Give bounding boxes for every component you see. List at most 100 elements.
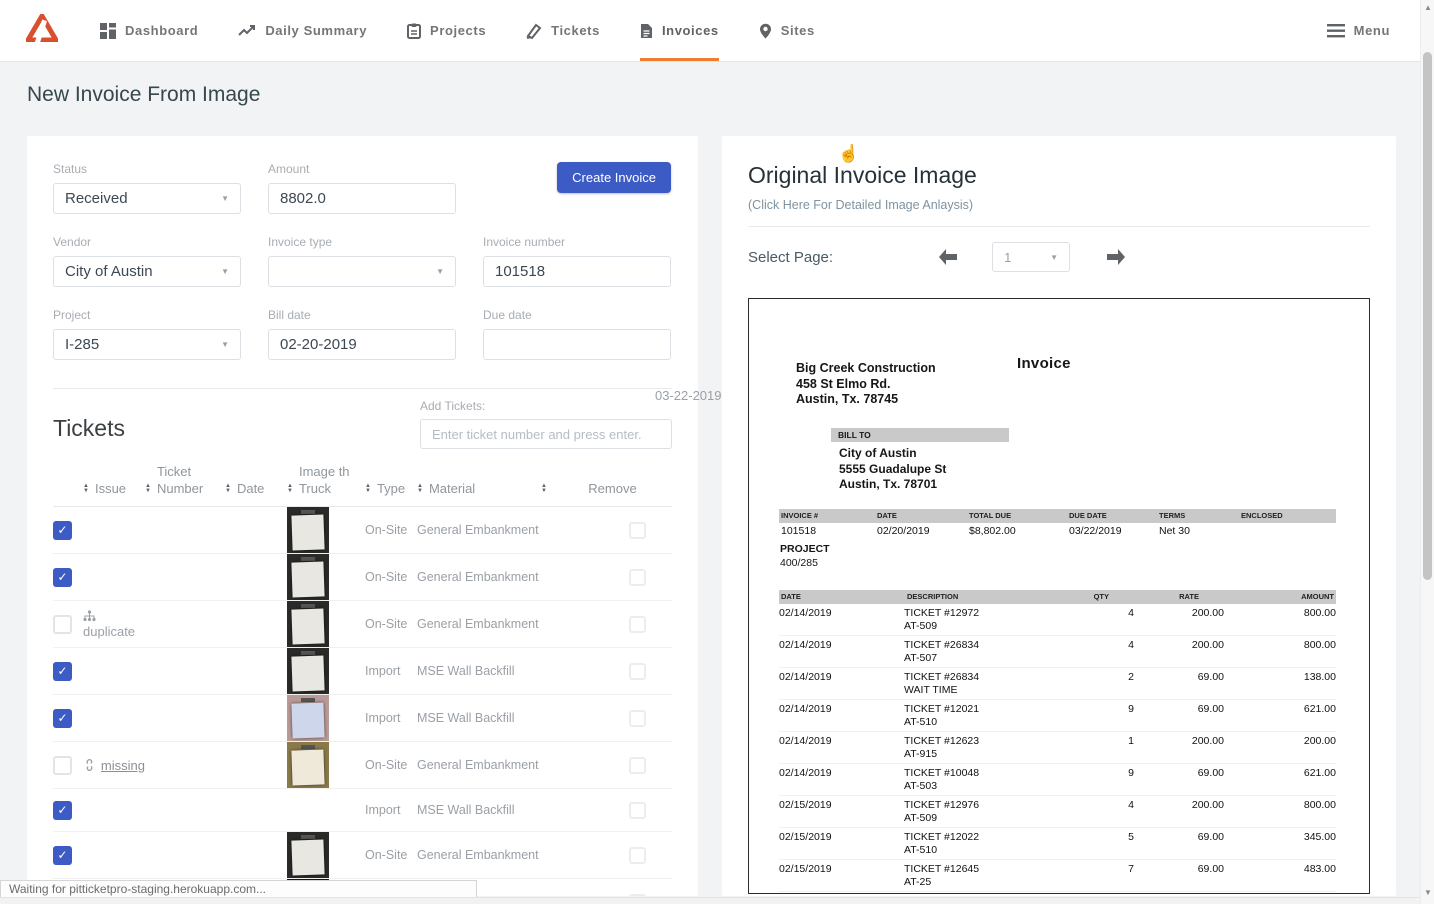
item-amount: 800.00 (1224, 604, 1336, 636)
ticket-type: Import (365, 711, 400, 725)
scroll-down-icon[interactable]: ▼ (1421, 888, 1434, 897)
add-ticket-input[interactable] (420, 419, 672, 449)
vendor-select[interactable]: City of Austin▼ (53, 256, 241, 287)
detailed-analysis-link[interactable]: (Click Here For Detailed Image Anlaysis) (748, 198, 973, 212)
ticket-select-checkbox[interactable]: ✓ (53, 521, 72, 540)
ticket-remove-checkbox[interactable] (629, 569, 646, 586)
amount-input[interactable] (268, 183, 456, 214)
bill-date-input[interactable] (268, 329, 456, 360)
ticket-date-cell (225, 554, 287, 601)
ticket-select-checkbox[interactable]: ✓ (53, 709, 72, 728)
ticket-number-cell (145, 554, 225, 601)
app-logo[interactable] (26, 0, 58, 61)
column-header-material[interactable]: ▲▼Material (417, 463, 541, 507)
missing-link[interactable]: missing (101, 758, 145, 773)
column-header-image-th-truck[interactable]: ▲▼Image th Truck (287, 463, 365, 507)
ticket-select-checkbox[interactable]: ✓ (53, 662, 72, 681)
summary-value: 02/20/2019 (877, 525, 930, 537)
ticket-image-thumbnail[interactable] (287, 554, 329, 600)
nav-item-label: Invoices (662, 23, 719, 38)
ticket-material: MSE Wall Backfill (417, 803, 514, 817)
invoice-type-field: Invoice type ▼ (268, 235, 456, 287)
ticket-remove-checkbox[interactable] (629, 616, 646, 633)
nav-item-tickets[interactable]: Tickets (526, 0, 600, 61)
ticket-number-cell (145, 832, 225, 879)
ticket-remove-checkbox[interactable] (629, 522, 646, 539)
ticket-number-cell (145, 695, 225, 742)
previous-page-button[interactable] (936, 247, 960, 267)
line-item-row: 02/15/2019TICKET #11940AT-506869.00552.0… (779, 892, 1336, 895)
sort-icon[interactable]: ▲▼ (145, 484, 151, 497)
broken-link-icon (83, 758, 96, 772)
project-select[interactable]: I-285▼ (53, 329, 241, 360)
ticket-row: ✓ImportMSE Wall Backfill (53, 695, 672, 742)
nav-item-projects[interactable]: Projects (407, 0, 486, 61)
ticket-image-thumbnail[interactable] (287, 507, 329, 553)
column-header-ticket-number[interactable]: ▲▼Ticket Number (145, 463, 225, 507)
ticket-image-thumbnail[interactable] (287, 742, 329, 788)
scroll-up-icon[interactable]: ▲ (1421, 3, 1434, 12)
ticket-select-checkbox[interactable]: ✓ (53, 846, 72, 865)
daily-summary-icon (238, 24, 256, 38)
invoice-type-select[interactable]: ▼ (268, 256, 456, 287)
tickets-heading: Tickets (53, 415, 125, 449)
sort-icon[interactable]: ▲▼ (83, 484, 89, 497)
status-select[interactable]: Received▼ (53, 183, 241, 214)
ticket-select-checkbox[interactable] (53, 756, 72, 775)
column-header-remove[interactable]: ▲▼Remove (541, 463, 672, 507)
ticket-image-thumbnail[interactable] (287, 648, 329, 694)
due-date-label: Due date (483, 308, 671, 322)
ticket-remove-checkbox[interactable] (629, 757, 646, 774)
ticket-remove-checkbox[interactable] (629, 663, 646, 680)
item-date: 02/14/2019 (779, 732, 904, 764)
column-header-date[interactable]: ▲▼Date (225, 463, 287, 507)
nav-item-invoices[interactable]: Invoices (640, 0, 719, 61)
sort-icon[interactable]: ▲▼ (541, 484, 547, 497)
nav-item-sites[interactable]: Sites (759, 0, 815, 61)
nav-item-dashboard[interactable]: Dashboard (100, 0, 198, 61)
column-header-issue[interactable]: ▲▼Issue (83, 463, 145, 507)
due-date-input[interactable] (483, 329, 671, 360)
ticket-select-checkbox[interactable]: ✓ (53, 801, 72, 820)
ticket-select-checkbox[interactable] (53, 615, 72, 634)
bill-date-label: Bill date (268, 308, 456, 322)
ticket-remove-checkbox[interactable] (629, 710, 646, 727)
sort-icon[interactable]: ▲▼ (417, 484, 423, 497)
line-item-row: 02/14/2019TICKET #12623AT-9151200.00200.… (779, 732, 1336, 764)
item-rate: 69.00 (1134, 860, 1224, 892)
sort-icon[interactable]: ▲▼ (365, 484, 371, 497)
horizontal-scrollbar[interactable] (0, 897, 1420, 904)
ticket-select-checkbox[interactable]: ✓ (53, 568, 72, 587)
line-item-row: 02/14/2019TICKET #12021AT-510969.00621.0… (779, 700, 1336, 732)
ticket-remove-checkbox[interactable] (629, 802, 646, 819)
invoice-summary-values: 10151802/20/2019$8,802.0003/22/2019Net 3… (779, 525, 1336, 537)
ticket-image-thumbnail[interactable] (287, 601, 329, 647)
item-amount: 138.00 (1224, 668, 1336, 700)
ticket-row: ✓ImportMSE Wall Backfill (53, 648, 672, 695)
ticket-date-cell (225, 648, 287, 695)
menu-button[interactable]: Menu (1327, 0, 1390, 61)
ticket-image-thumbnail[interactable] (287, 832, 329, 878)
ticket-remove-checkbox[interactable] (629, 894, 646, 897)
page-select[interactable]: 1▼ (992, 242, 1070, 272)
item-qty: 4 (1089, 604, 1134, 636)
item-qty: 9 (1089, 700, 1134, 732)
chevron-down-icon: ▼ (221, 267, 229, 276)
ticket-remove-checkbox[interactable] (629, 847, 646, 864)
item-rate: 69.00 (1134, 828, 1224, 860)
doc-project-label: PROJECT (780, 543, 830, 555)
ticket-material: MSE Wall Backfill (417, 664, 514, 678)
nav-item-label: Projects (430, 23, 486, 38)
invoice-number-input[interactable] (483, 256, 671, 287)
vertical-scrollbar[interactable]: ▲ ▼ (1420, 0, 1434, 904)
sort-icon[interactable]: ▲▼ (225, 484, 231, 497)
create-invoice-button[interactable]: Create Invoice (557, 162, 671, 193)
sort-icon[interactable]: ▲▼ (287, 484, 293, 497)
next-page-button[interactable] (1104, 247, 1128, 267)
nav-item-daily-summary[interactable]: Daily Summary (238, 0, 367, 61)
column-header-type[interactable]: ▲▼Type (365, 463, 417, 507)
scrollbar-thumb[interactable] (1423, 52, 1432, 580)
item-qty: 5 (1089, 828, 1134, 860)
tickets-table-header-row: ▲▼Issue▲▼Ticket Number▲▼Date▲▼Image th T… (53, 463, 672, 507)
ticket-image-thumbnail[interactable] (287, 695, 329, 741)
